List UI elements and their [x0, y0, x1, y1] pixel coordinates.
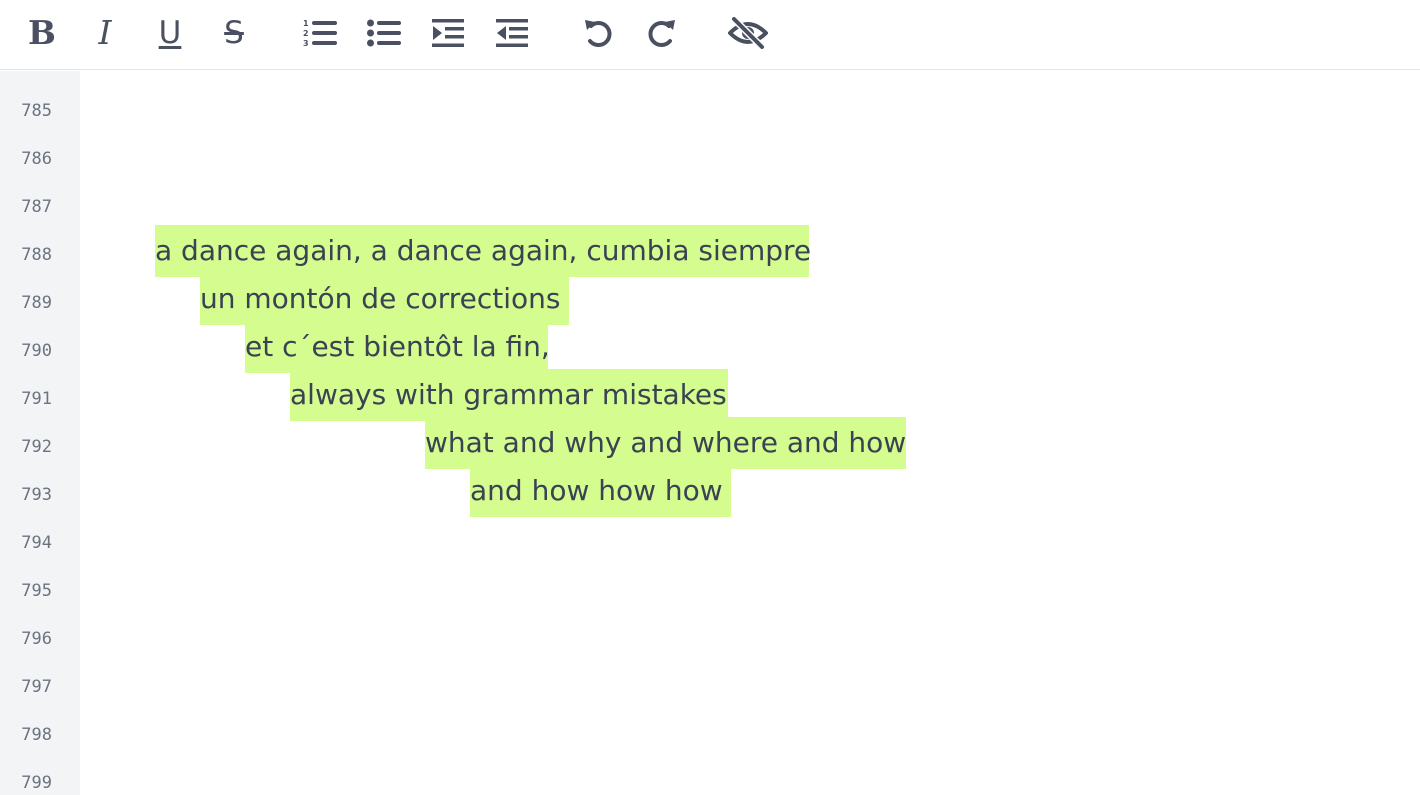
strikethrough-icon: S [224, 15, 244, 51]
indent-icon [432, 19, 464, 47]
text-editor-area[interactable]: a dance again, a dance again, cumbia sie… [80, 71, 1420, 795]
ordered-list-button[interactable]: 1 2 3 [300, 13, 340, 53]
unordered-list-icon [367, 19, 401, 47]
svg-text:1: 1 [303, 19, 309, 28]
line-number: 787 [21, 197, 52, 217]
editor-line[interactable]: un montón de corrections [200, 273, 569, 325]
editor-line[interactable]: and how how how [470, 465, 731, 517]
unordered-list-button[interactable] [364, 13, 404, 53]
editor-line[interactable]: what and why and where and how [425, 417, 906, 469]
line-number: 793 [21, 485, 52, 505]
outdent-button[interactable] [492, 13, 532, 53]
bold-button[interactable]: B [22, 13, 62, 53]
editor-app: B I U S 1 2 3 785 786 787 788 789 790 79… [0, 0, 1420, 795]
outdent-icon [496, 19, 528, 47]
line-number: 785 [21, 101, 52, 121]
line-number: 788 [21, 245, 52, 265]
bold-icon: B [28, 13, 56, 52]
eye-off-icon [728, 17, 768, 49]
undo-icon [585, 20, 612, 48]
line-number: 799 [21, 773, 52, 793]
line-number: 797 [21, 677, 52, 697]
editor-line[interactable]: always with grammar mistakes [290, 369, 728, 421]
line-number-gutter: 785 786 787 788 789 790 791 792 793 794 … [0, 71, 80, 795]
redo-button[interactable] [642, 13, 682, 53]
line-number: 795 [21, 581, 52, 601]
formatting-toolbar: B I U S 1 2 3 [0, 0, 1420, 70]
italic-button[interactable]: I [85, 13, 125, 53]
line-number: 789 [21, 293, 52, 313]
line-number: 798 [21, 725, 52, 745]
ordered-list-icon: 1 2 3 [303, 19, 337, 48]
redo-icon [648, 20, 675, 48]
underline-icon: U [158, 15, 182, 51]
line-number: 794 [21, 533, 52, 553]
editor-line[interactable]: et c´est bientôt la fin, [245, 321, 550, 373]
undo-button[interactable] [578, 13, 618, 53]
svg-text:3: 3 [303, 39, 309, 48]
indent-button[interactable] [428, 13, 468, 53]
line-number: 790 [21, 341, 52, 361]
line-number: 796 [21, 629, 52, 649]
italic-icon: I [98, 13, 112, 52]
line-number: 792 [21, 437, 52, 457]
underline-button[interactable]: U [150, 13, 190, 53]
toggle-visibility-button[interactable] [728, 13, 768, 53]
line-number: 786 [21, 149, 52, 169]
editor-line[interactable]: a dance again, a dance again, cumbia sie… [155, 225, 811, 277]
strikethrough-button[interactable]: S [214, 13, 254, 53]
line-number: 791 [21, 389, 52, 409]
svg-text:2: 2 [303, 29, 309, 38]
